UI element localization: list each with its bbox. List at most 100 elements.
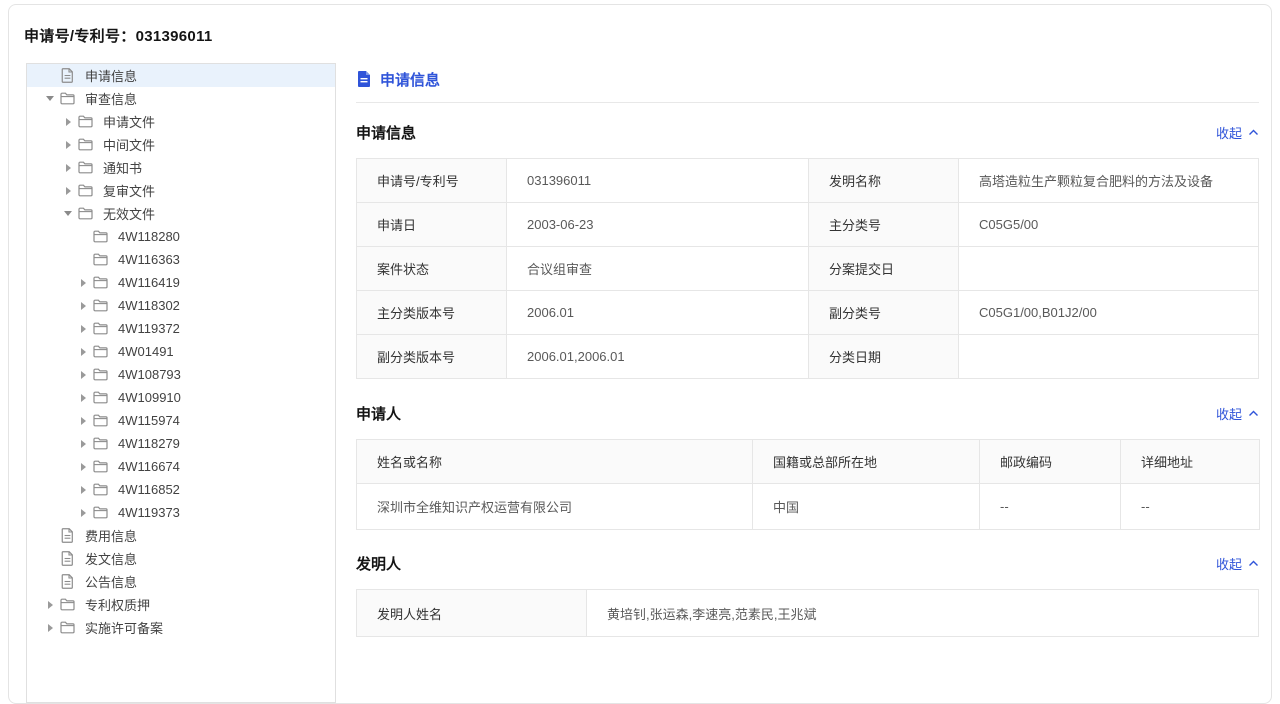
tree-item-4W118280[interactable]: 4W118280 bbox=[27, 225, 335, 248]
tree-item-公告信息[interactable]: 公告信息 bbox=[27, 570, 335, 593]
tree-item-通知书[interactable]: 通知书 bbox=[27, 156, 335, 179]
caret-right-icon[interactable] bbox=[76, 437, 90, 451]
collapse-label: 收起 bbox=[1216, 554, 1242, 573]
tree-item-4W116419[interactable]: 4W116419 bbox=[27, 271, 335, 294]
caret-right-icon[interactable] bbox=[61, 115, 75, 129]
caret-right-icon[interactable] bbox=[43, 621, 57, 635]
caret-right-icon[interactable] bbox=[76, 460, 90, 474]
tree-item-label: 发文信息 bbox=[85, 549, 137, 568]
caret-placeholder bbox=[43, 552, 57, 566]
navigation-tree: 申请信息审查信息申请文件中间文件通知书复审文件无效文件4W1182804W116… bbox=[26, 63, 336, 703]
tree-item-4W116852[interactable]: 4W116852 bbox=[27, 478, 335, 501]
field-value: -- bbox=[980, 484, 1121, 530]
collapse-applicant-button[interactable]: 收起 bbox=[1216, 404, 1259, 423]
tree-item-4W119372[interactable]: 4W119372 bbox=[27, 317, 335, 340]
tree-item-4W118279[interactable]: 4W118279 bbox=[27, 432, 335, 455]
caret-right-icon[interactable] bbox=[76, 483, 90, 497]
column-header: 邮政编码 bbox=[980, 440, 1121, 484]
tree-item-4W01491[interactable]: 4W01491 bbox=[27, 340, 335, 363]
field-value: 031396011 bbox=[507, 159, 809, 203]
file-text-icon bbox=[356, 70, 372, 88]
caret-right-icon[interactable] bbox=[76, 391, 90, 405]
main-title: 申请信息 bbox=[356, 67, 1259, 91]
field-value bbox=[959, 335, 1259, 379]
field-value: C05G5/00 bbox=[959, 203, 1259, 247]
caret-right-icon[interactable] bbox=[76, 414, 90, 428]
field-value: 黄培钊,张运森,李速亮,范素民,王兆斌 bbox=[587, 590, 1259, 637]
folder-icon bbox=[77, 183, 93, 199]
folder-icon bbox=[92, 505, 108, 521]
table-row: 深圳市全维知识产权运营有限公司中国---- bbox=[357, 484, 1260, 530]
caret-placeholder bbox=[43, 69, 57, 83]
folder-icon bbox=[77, 137, 93, 153]
field-label: 案件状态 bbox=[357, 247, 507, 291]
caret-right-icon[interactable] bbox=[61, 161, 75, 175]
collapse-inventor-button[interactable]: 收起 bbox=[1216, 554, 1259, 573]
field-value: C05G1/00,B01J2/00 bbox=[959, 291, 1259, 335]
field-label: 发明人姓名 bbox=[357, 590, 587, 637]
folder-icon bbox=[92, 344, 108, 360]
tree-item-发文信息[interactable]: 发文信息 bbox=[27, 547, 335, 570]
page-title-value: 031396011 bbox=[136, 28, 213, 45]
caret-right-icon[interactable] bbox=[76, 299, 90, 313]
tree-item-实施许可备案[interactable]: 实施许可备案 bbox=[27, 616, 335, 639]
tree-item-申请文件[interactable]: 申请文件 bbox=[27, 110, 335, 133]
tree-item-4W108793[interactable]: 4W108793 bbox=[27, 363, 335, 386]
folder-icon bbox=[92, 482, 108, 498]
tree-item-申请信息[interactable]: 申请信息 bbox=[27, 64, 335, 87]
tree-item-4W109910[interactable]: 4W109910 bbox=[27, 386, 335, 409]
tree-item-label: 4W115974 bbox=[118, 413, 180, 428]
field-label: 副分类号 bbox=[809, 291, 959, 335]
tree-item-4W115974[interactable]: 4W115974 bbox=[27, 409, 335, 432]
collapse-app-info-button[interactable]: 收起 bbox=[1216, 123, 1259, 142]
field-label: 发明名称 bbox=[809, 159, 959, 203]
field-value: 中国 bbox=[753, 484, 980, 530]
tree-item-label: 中间文件 bbox=[103, 135, 155, 154]
section-title-applicant: 申请人 bbox=[356, 403, 401, 424]
field-value: 2003-06-23 bbox=[507, 203, 809, 247]
caret-down-icon[interactable] bbox=[43, 92, 57, 106]
field-label: 分案提交日 bbox=[809, 247, 959, 291]
tree-item-中间文件[interactable]: 中间文件 bbox=[27, 133, 335, 156]
field-value: 2006.01 bbox=[507, 291, 809, 335]
tree-item-专利权质押[interactable]: 专利权质押 bbox=[27, 593, 335, 616]
caret-right-icon[interactable] bbox=[76, 506, 90, 520]
page-title-label: 申请号/专利号： bbox=[24, 28, 136, 45]
caret-right-icon[interactable] bbox=[61, 138, 75, 152]
tree-item-label: 实施许可备案 bbox=[85, 618, 163, 637]
tree-item-复审文件[interactable]: 复审文件 bbox=[27, 179, 335, 202]
document-icon bbox=[59, 528, 75, 544]
caret-right-icon[interactable] bbox=[76, 322, 90, 336]
tree-item-4W119373[interactable]: 4W119373 bbox=[27, 501, 335, 524]
caret-right-icon[interactable] bbox=[76, 276, 90, 290]
chevron-up-icon bbox=[1248, 129, 1259, 136]
section-title-app-info: 申请信息 bbox=[356, 122, 416, 143]
caret-right-icon[interactable] bbox=[43, 598, 57, 612]
inventor-table: 发明人姓名黄培钊,张运森,李速亮,范素民,王兆斌 bbox=[356, 589, 1259, 637]
folder-icon bbox=[92, 229, 108, 245]
field-value: 深圳市全维知识产权运营有限公司 bbox=[357, 484, 753, 530]
tree-item-label: 4W116419 bbox=[118, 275, 180, 290]
field-label: 主分类号 bbox=[809, 203, 959, 247]
caret-placeholder bbox=[76, 230, 90, 244]
tree-item-4W118302[interactable]: 4W118302 bbox=[27, 294, 335, 317]
tree-item-4W116674[interactable]: 4W116674 bbox=[27, 455, 335, 478]
table-row: 发明人姓名黄培钊,张运森,李速亮,范素民,王兆斌 bbox=[357, 590, 1259, 637]
tree-item-label: 复审文件 bbox=[103, 181, 155, 200]
caret-right-icon[interactable] bbox=[61, 184, 75, 198]
tree-item-无效文件[interactable]: 无效文件 bbox=[27, 202, 335, 225]
field-value: 2006.01,2006.01 bbox=[507, 335, 809, 379]
field-label: 申请号/专利号 bbox=[357, 159, 507, 203]
caret-right-icon[interactable] bbox=[76, 368, 90, 382]
tree-item-审查信息[interactable]: 审查信息 bbox=[27, 87, 335, 110]
tree-item-label: 专利权质押 bbox=[85, 595, 150, 614]
field-value: 高塔造粒生产颗粒复合肥料的方法及设备 bbox=[959, 159, 1259, 203]
tree-item-label: 4W118302 bbox=[118, 298, 180, 313]
tree-item-label: 审查信息 bbox=[85, 89, 137, 108]
tree-item-label: 4W01491 bbox=[118, 344, 174, 359]
tree-item-4W116363[interactable]: 4W116363 bbox=[27, 248, 335, 271]
field-label: 主分类版本号 bbox=[357, 291, 507, 335]
caret-down-icon[interactable] bbox=[61, 207, 75, 221]
tree-item-费用信息[interactable]: 费用信息 bbox=[27, 524, 335, 547]
caret-right-icon[interactable] bbox=[76, 345, 90, 359]
